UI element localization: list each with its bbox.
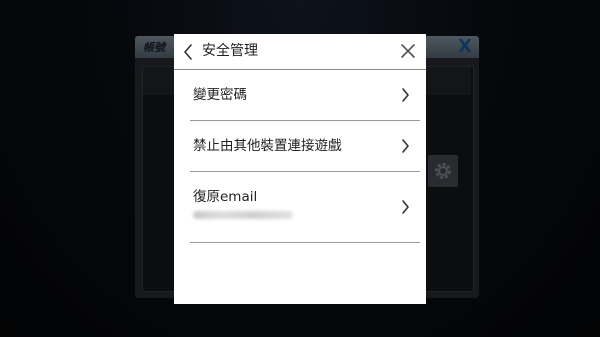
close-icon[interactable]	[400, 43, 416, 59]
email-value-redacted	[193, 211, 293, 219]
dialog-header: 安全管理	[174, 34, 426, 70]
chevron-left-icon[interactable]	[182, 43, 194, 61]
block-other-devices-label: 禁止由其他裝置連接遊戲	[193, 138, 342, 154]
chevron-right-icon	[402, 139, 409, 153]
chevron-right-icon	[402, 88, 409, 102]
change-password-item[interactable]: 變更密碼	[190, 70, 420, 121]
change-password-label: 變更密碼	[193, 87, 247, 103]
chevron-right-icon	[402, 200, 409, 214]
dialog-title: 安全管理	[202, 43, 258, 59]
recover-email-label: 復原email	[193, 189, 258, 205]
security-management-dialog: 安全管理 變更密碼 禁止由其他裝置連接遊戲 復原email	[174, 34, 426, 304]
block-other-devices-item[interactable]: 禁止由其他裝置連接遊戲	[190, 121, 420, 172]
recover-email-item[interactable]: 復原email	[190, 172, 420, 243]
